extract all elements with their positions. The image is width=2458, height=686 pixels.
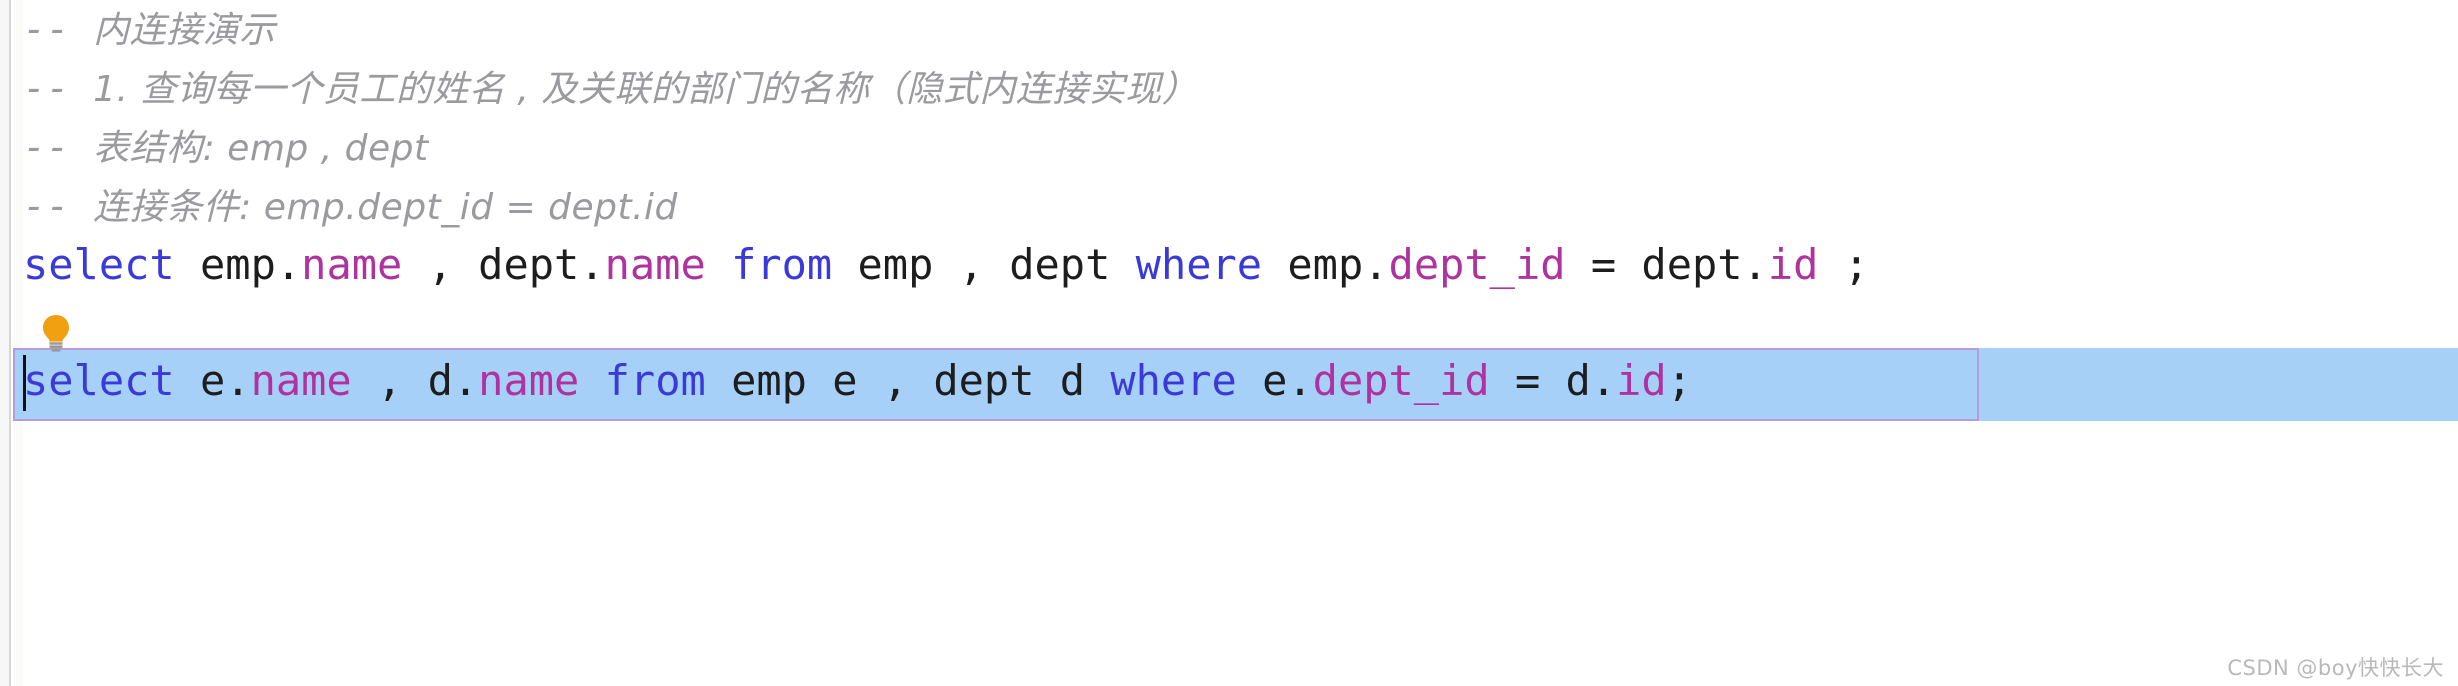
sql-column-name: name bbox=[250, 356, 352, 405]
sql-column-name: name bbox=[301, 240, 403, 289]
code-editor[interactable]: -- 内连接演示 -- 1. 查询每一个员工的姓名 , 及关联的部门的名称（隐式… bbox=[0, 0, 2458, 686]
comment-line-2[interactable]: -- 1. 查询每一个员工的姓名 , 及关联的部门的名称（隐式内连接实现） bbox=[0, 59, 2458, 117]
lightbulb-glyph bbox=[43, 315, 69, 352]
comment-line-1[interactable]: -- 内连接演示 bbox=[0, 0, 2458, 58]
text-caret bbox=[23, 355, 26, 411]
sql-space bbox=[579, 356, 604, 405]
sql-table-ref: emp. bbox=[174, 240, 302, 289]
sql-alias-ref: e. bbox=[1236, 356, 1313, 405]
sql-space bbox=[706, 240, 731, 289]
comment-line-4[interactable]: -- 连接条件: emp.dept_id = dept.id bbox=[0, 177, 2458, 235]
comment-dashes: -- bbox=[23, 125, 94, 169]
sql-keyword-where: where bbox=[1135, 240, 1263, 289]
sql-keyword-from: from bbox=[731, 240, 833, 289]
sql-table-list: emp , dept bbox=[832, 240, 1136, 289]
sql-semicolon: ; bbox=[1666, 356, 1692, 405]
sql-keyword-select: select bbox=[23, 240, 175, 289]
sql-column-dept-id: dept_id bbox=[1388, 240, 1566, 289]
sql-keyword-from: from bbox=[604, 356, 706, 405]
sql-operator-eq: = d. bbox=[1489, 356, 1617, 405]
sql-statement-line-1[interactable]: select emp.name , dept.name from emp , d… bbox=[0, 236, 2458, 298]
sql-keyword-where: where bbox=[1110, 356, 1237, 405]
sql-alias-ref: e. bbox=[174, 356, 251, 405]
watermark: CSDN @boy快快长大 bbox=[2227, 656, 2444, 680]
comment-dashes: -- bbox=[23, 184, 94, 228]
sql-table-ref: emp. bbox=[1262, 240, 1389, 289]
sql-keyword-select: select bbox=[23, 356, 175, 405]
sql-table-list: emp e , dept d bbox=[705, 356, 1111, 405]
sql-statement-line-2[interactable]: select e.name , d.name from emp e , dept… bbox=[0, 352, 2458, 414]
comment-text: 1. 查询每一个员工的姓名 , 及关联的部门的名称（隐式内连接实现） bbox=[93, 69, 1199, 110]
sql-column-id: id bbox=[1767, 240, 1819, 289]
sql-column-dept-id: dept_id bbox=[1312, 356, 1490, 405]
comment-text: 连接条件: emp.dept_id = dept.id bbox=[93, 187, 678, 228]
sql-alias-ref: , d. bbox=[351, 356, 479, 405]
comment-dashes: -- bbox=[23, 66, 94, 110]
comment-line-3[interactable]: -- 表结构: emp , dept bbox=[0, 118, 2458, 176]
sql-operator-eq: = dept. bbox=[1565, 240, 1768, 289]
sql-column-name: name bbox=[478, 356, 580, 405]
code-content-area[interactable]: -- 内连接演示 -- 1. 查询每一个员工的姓名 , 及关联的部门的名称（隐式… bbox=[0, 0, 2458, 686]
comment-text: 表结构: emp , dept bbox=[93, 128, 429, 169]
sql-table-ref: , dept. bbox=[402, 240, 605, 289]
comment-text: 内连接演示 bbox=[93, 10, 276, 51]
sql-column-id: id bbox=[1616, 356, 1667, 405]
sql-semicolon: ; bbox=[1818, 240, 1869, 289]
sql-column-name: name bbox=[604, 240, 706, 289]
lightbulb-icon[interactable] bbox=[36, 313, 76, 353]
comment-dashes: -- bbox=[23, 7, 94, 51]
